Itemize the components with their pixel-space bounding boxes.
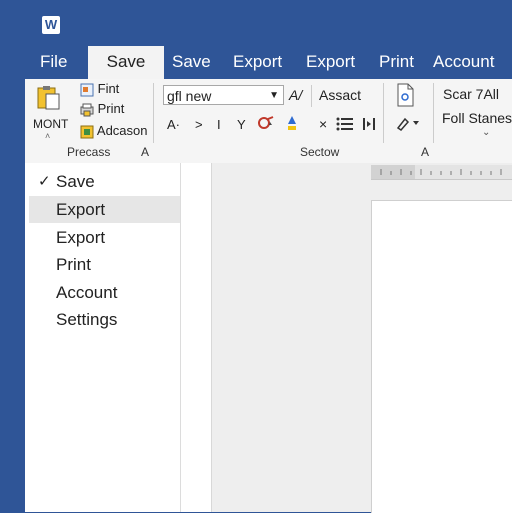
brush-icon[interactable] [395,115,421,134]
word-logo-icon: W [42,16,60,34]
group-label-sectow: Sectow [300,145,340,159]
tab-export-2[interactable]: Export [306,47,355,79]
print-icon [80,103,94,117]
chevron-button[interactable]: > [195,117,203,132]
side-panel [181,163,212,512]
ribbon: MONT ˄ Fint Print Adcason Precass A gfl … [25,79,512,164]
menu-item-label: Export [56,228,106,247]
tab-file[interactable]: File [40,47,67,79]
chevron-down-icon[interactable]: ⌄ [482,127,490,138]
bullet-list-icon[interactable] [335,117,355,134]
assist-button[interactable]: Assact [319,87,361,103]
font-name-dropdown[interactable]: gfl new ▼ [163,85,284,105]
menu-item-label: Settings [56,310,118,329]
font-color-icon[interactable] [257,115,275,134]
left-border-strip [0,163,25,512]
check-icon: ✓ [38,173,51,190]
menu-item-save[interactable]: ✓ Save [29,168,180,195]
menu-item-settings[interactable]: Settings [29,306,180,333]
dialog-launcher-1[interactable]: A [141,145,149,159]
italic-button[interactable]: I [217,117,221,132]
print-label: Print [97,101,125,116]
adcason-icon [80,125,94,139]
ribbon-separator [433,83,434,143]
styles-button[interactable]: Foll Stanes [442,110,512,126]
fint-label: Fint [97,81,120,96]
adcason-label: Adcason [96,123,148,138]
document-area [181,163,512,513]
clipboard-icon[interactable] [37,85,61,111]
tab-save[interactable]: Save [172,47,211,79]
y-button[interactable]: Y [237,117,246,132]
menu-item-label: Export [56,200,106,219]
clear-format-button[interactable]: × [319,116,327,132]
indent-icon[interactable] [362,117,376,134]
menu-item-export-selected[interactable]: Export [29,196,180,223]
tab-print[interactable]: Print [379,47,414,79]
font-name-value: gfl new [167,88,212,104]
font-size-a-button[interactable]: A· [167,117,180,132]
scan-all-button[interactable]: Scar 7All [443,86,499,102]
adcason-button[interactable]: Adcason [80,123,148,139]
menu-item-label: Print [56,255,91,274]
fint-icon [80,83,94,97]
tab-save-active[interactable]: Save [88,46,164,79]
chevron-down-icon[interactable]: ˄ [45,131,50,141]
tab-account[interactable]: Account [433,47,494,79]
ribbon-separator [153,83,154,143]
dialog-launcher-2[interactable]: A [421,145,429,159]
highlight-icon[interactable] [286,115,298,134]
dropdown-arrow-icon[interactable]: ▼ [269,86,279,106]
document-icon[interactable] [396,83,414,110]
fint-button[interactable]: Fint [80,81,119,97]
group-label-precass: Precass [67,145,111,159]
tab-export[interactable]: Export [233,47,282,79]
mont-button-label[interactable]: MONT [33,117,68,131]
ribbon-separator [311,85,312,107]
ribbon-separator [383,83,384,143]
print-button[interactable]: Print [80,101,124,117]
menu-item-export[interactable]: Export [29,224,180,251]
menu-item-label: Account [56,283,118,302]
title-bar: W File Save Save Export Export Print Acc… [0,0,512,79]
ruler[interactable] [371,165,512,180]
menu-item-print[interactable]: Print [29,251,180,278]
backstage-menu: ✓ Save Export Export Print Account Setti… [25,163,181,512]
menu-item-label: Save [56,172,95,191]
document-page[interactable] [371,200,512,513]
font-style-button[interactable]: A/ [289,87,302,103]
menu-item-account[interactable]: Account [29,279,180,306]
